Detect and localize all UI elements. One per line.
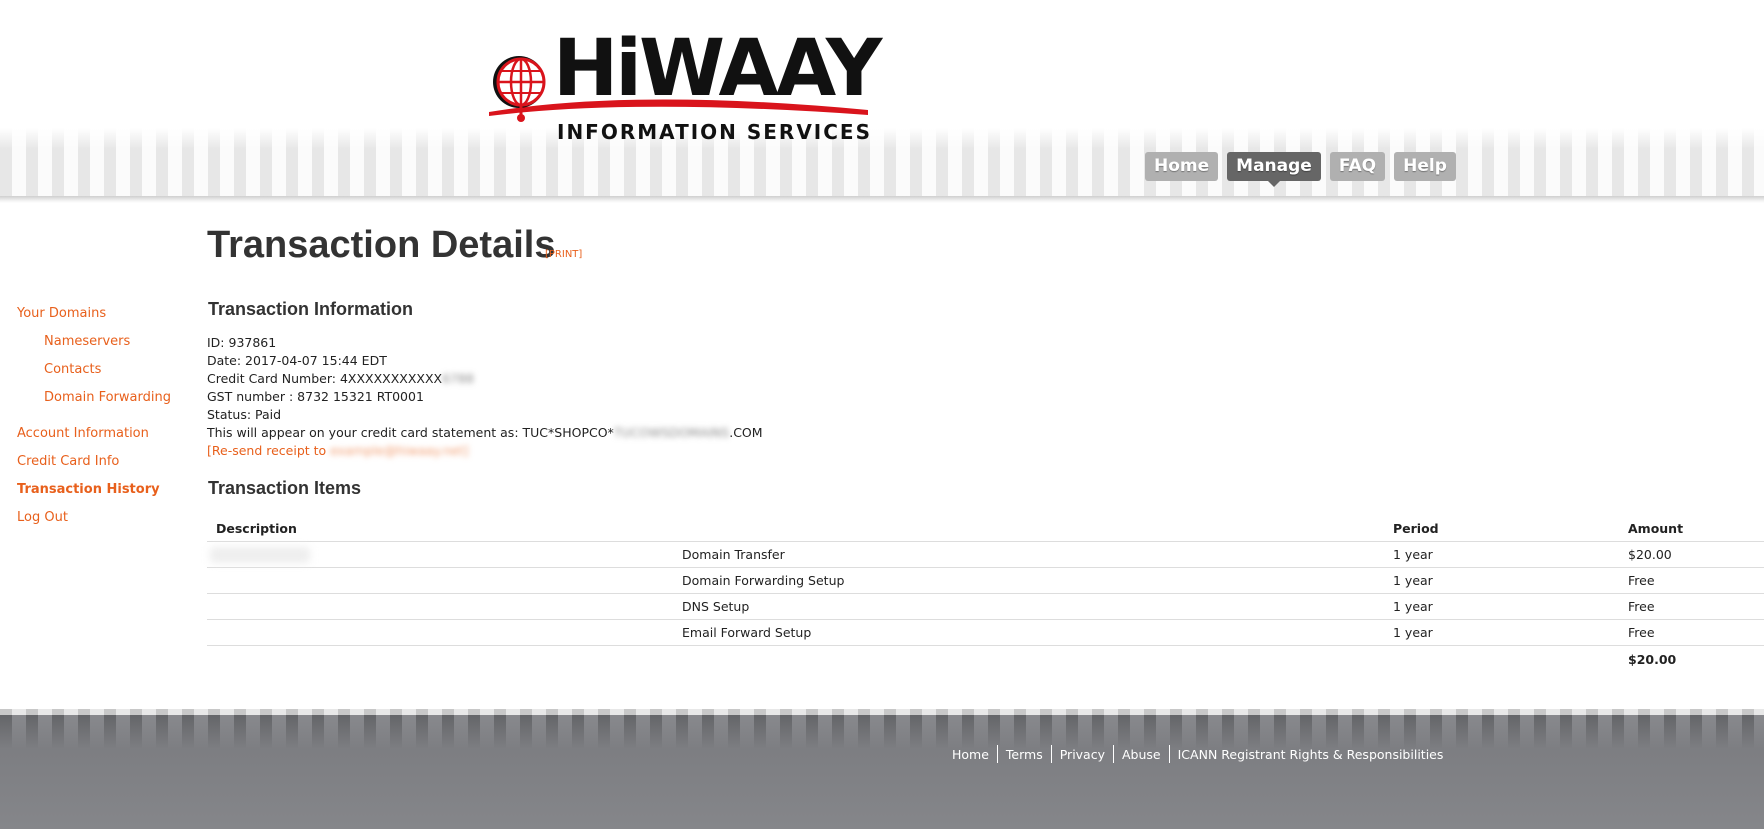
header-stripe-band	[0, 128, 1764, 198]
resend-receipt-link[interactable]: [Re-send receipt to example@hiwaay.net]	[207, 443, 468, 458]
sidebar-item-transaction-history[interactable]: Transaction History	[17, 482, 160, 497]
transaction-id: ID: 937861	[207, 335, 277, 350]
transaction-status: Status: Paid	[207, 407, 282, 422]
item-period: 1 year	[1393, 619, 1628, 646]
domain-name-redacted	[207, 541, 682, 568]
column-header-amount: Amount	[1628, 515, 1764, 542]
footer-links: Home Terms Privacy Abuse ICANN Registran…	[952, 745, 1443, 763]
transaction-date: Date: 2017-04-07 15:44 EDT	[207, 353, 387, 368]
item-name: DNS Setup	[682, 593, 1393, 620]
site-footer	[0, 709, 1764, 829]
resend-receipt-label: [Re-send receipt to	[207, 443, 327, 458]
gst-number: GST number : 8732 15321 RT0001	[207, 389, 424, 404]
nav-manage-button[interactable]: Manage	[1227, 152, 1321, 187]
statement-descriptor: This will appear on your credit card sta…	[207, 425, 763, 440]
sidebar-item-domain-forwarding[interactable]: Domain Forwarding	[44, 390, 171, 405]
logo-subtitle: INFORMATION SERVICES	[557, 120, 872, 144]
footer-separator	[1113, 745, 1114, 763]
item-description	[207, 593, 682, 620]
transaction-items-table: Description Period Amount Domain Transfe…	[207, 515, 1764, 672]
print-link[interactable]: [PRINT]	[545, 249, 582, 260]
item-name: Email Forward Setup	[682, 619, 1393, 646]
statement-descriptor-suffix: .COM	[729, 425, 763, 440]
sidebar-item-credit-card-info[interactable]: Credit Card Info	[17, 454, 119, 469]
resend-receipt-email-redacted: example@hiwaay.net]	[330, 443, 469, 458]
item-amount: Free	[1628, 593, 1764, 620]
header-divider	[0, 196, 1764, 203]
statement-descriptor-redacted: TUCOWSDOMAINS	[613, 425, 730, 440]
column-header-description: Description	[207, 515, 682, 542]
footer-link-privacy[interactable]: Privacy	[1060, 747, 1105, 762]
footer-link-terms[interactable]: Terms	[1006, 747, 1043, 762]
column-header-period: Period	[1393, 515, 1628, 542]
transaction-items-heading: Transaction Items	[208, 478, 362, 498]
table-header-row: Description Period Amount	[207, 515, 1764, 542]
globe-logo-icon	[493, 56, 546, 122]
page-title: Transaction Details	[207, 224, 556, 266]
footer-link-icann[interactable]: ICANN Registrant Rights & Responsibiliti…	[1178, 747, 1444, 762]
item-name: Domain Transfer	[682, 541, 1393, 568]
credit-card-number-visible: Credit Card Number: 4XXXXXXXXXXX	[207, 371, 443, 386]
table-row: Email Forward Setup 1 year Free	[207, 619, 1764, 646]
nav-home-button[interactable]: Home	[1145, 152, 1219, 181]
item-amount: Free	[1628, 619, 1764, 646]
logo-wordmark: HiWAAY	[553, 24, 882, 114]
site-logo[interactable]: HiWAAY INFORMATION SERVICES	[483, 30, 882, 144]
item-description	[207, 567, 682, 594]
total-amount: $20.00	[1628, 651, 1677, 667]
item-amount: Free	[1628, 567, 1764, 594]
total-row: $20.00	[207, 646, 1764, 673]
item-amount: $20.00	[1628, 541, 1764, 568]
footer-separator	[1050, 745, 1052, 763]
footer-stripe-band	[0, 709, 1764, 749]
sidebar-item-nameservers[interactable]: Nameservers	[44, 334, 130, 349]
site-header: HiWAAY INFORMATION SERVICES Home Manage …	[0, 0, 1764, 203]
footer-top-edge	[0, 709, 1764, 715]
table-row: DNS Setup 1 year Free	[207, 593, 1764, 620]
transaction-information-heading: Transaction Information	[208, 299, 414, 319]
item-description	[207, 619, 682, 646]
item-period: 1 year	[1393, 567, 1628, 594]
nav-faq-button[interactable]: FAQ	[1329, 152, 1386, 181]
statement-descriptor-prefix: This will appear on your credit card sta…	[207, 425, 614, 440]
item-name: Domain Forwarding Setup	[682, 567, 1393, 594]
credit-card-number: Credit Card Number: 4XXXXXXXXXXX6788	[207, 371, 474, 386]
column-header-item	[682, 515, 1393, 542]
footer-separator	[996, 745, 998, 763]
sidebar-item-your-domains[interactable]: Your Domains	[17, 306, 106, 321]
table-row: Domain Transfer 1 year $20.00	[207, 541, 1764, 568]
main-nav: Home Manage FAQ Help	[1145, 152, 1456, 187]
sidebar-item-contacts[interactable]: Contacts	[44, 362, 101, 377]
nav-help-button[interactable]: Help	[1394, 152, 1456, 181]
redacted-domain-placeholder	[210, 546, 310, 563]
sidebar-item-account-information[interactable]: Account Information	[17, 426, 149, 441]
footer-separator	[1168, 745, 1170, 763]
credit-card-number-redacted: 6788	[442, 371, 474, 386]
table-row: Domain Forwarding Setup 1 year Free	[207, 567, 1764, 594]
sidebar-item-log-out[interactable]: Log Out	[17, 510, 68, 525]
item-period: 1 year	[1393, 593, 1628, 620]
footer-link-home[interactable]: Home	[952, 747, 989, 762]
item-period: 1 year	[1393, 541, 1628, 568]
footer-link-abuse[interactable]: Abuse	[1122, 747, 1161, 762]
